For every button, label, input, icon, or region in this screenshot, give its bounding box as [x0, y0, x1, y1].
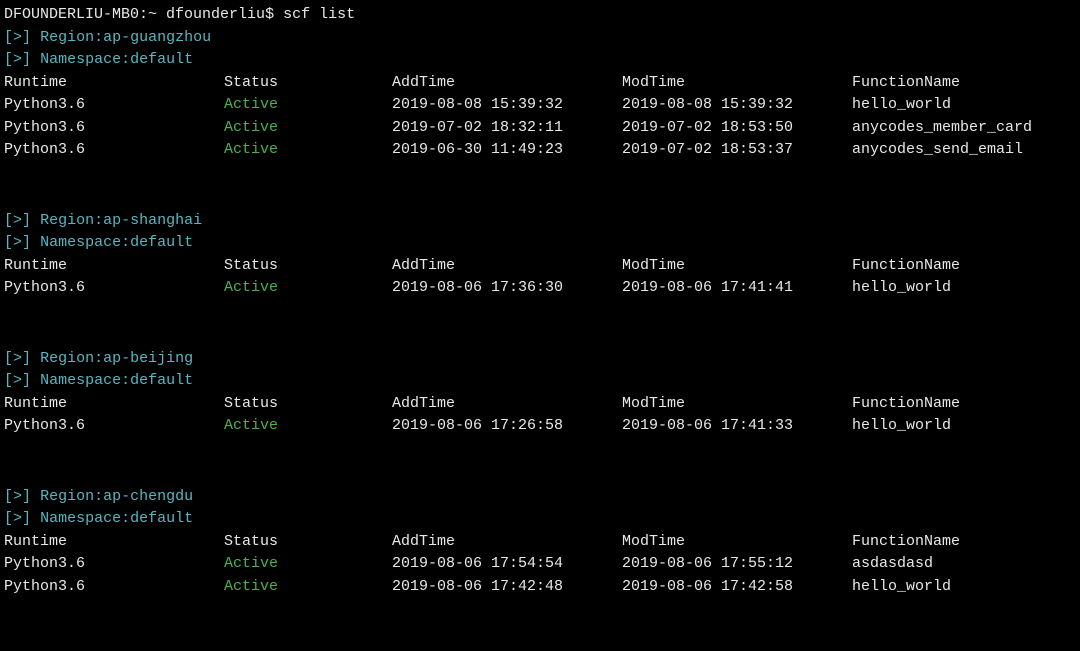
table-header: RuntimeStatusAddTimeModTimeFunctionName [4, 255, 1076, 278]
cell-status: Active [224, 415, 392, 438]
header-addtime: AddTime [392, 393, 622, 416]
cell-status: Active [224, 576, 392, 599]
header-functionname: FunctionName [852, 393, 1076, 416]
cell-status: Active [224, 277, 392, 300]
cell-addtime: 2019-08-08 15:39:32 [392, 94, 622, 117]
marker-icon: [>] [4, 210, 31, 233]
cell-functionname: hello_world [852, 576, 1076, 599]
marker-icon: [>] [4, 232, 31, 255]
cell-modtime: 2019-08-08 15:39:32 [622, 94, 852, 117]
marker-icon: [>] [4, 27, 31, 50]
header-modtime: ModTime [622, 72, 852, 95]
marker-icon: [>] [4, 49, 31, 72]
cell-modtime: 2019-07-02 18:53:50 [622, 117, 852, 140]
header-addtime: AddTime [392, 531, 622, 554]
cell-runtime: Python3.6 [4, 576, 224, 599]
header-status: Status [224, 72, 392, 95]
region-line: [>] Region:ap-guangzhou [4, 27, 1076, 50]
header-functionname: FunctionName [852, 531, 1076, 554]
cell-addtime: 2019-08-06 17:54:54 [392, 553, 622, 576]
region-line: [>] Region:ap-beijing [4, 348, 1076, 371]
header-functionname: FunctionName [852, 255, 1076, 278]
cell-functionname: anycodes_send_email [852, 139, 1076, 162]
region-label: Region:ap-beijing [40, 350, 193, 367]
region-label: Region:ap-shanghai [40, 212, 202, 229]
prompt-host: DFOUNDERLIU-MB0:~ [4, 6, 157, 23]
cell-addtime: 2019-08-06 17:26:58 [392, 415, 622, 438]
header-modtime: ModTime [622, 531, 852, 554]
cell-modtime: 2019-08-06 17:41:41 [622, 277, 852, 300]
header-runtime: Runtime [4, 531, 224, 554]
table-row: Python3.6Active2019-08-06 17:54:542019-0… [4, 553, 1076, 576]
cell-modtime: 2019-08-06 17:41:33 [622, 415, 852, 438]
region-label: Region:ap-guangzhou [40, 29, 211, 46]
marker-icon: [>] [4, 508, 31, 531]
cell-runtime: Python3.6 [4, 139, 224, 162]
table-row: Python3.6Active2019-06-30 11:49:232019-0… [4, 139, 1076, 162]
cell-functionname: anycodes_member_card [852, 117, 1076, 140]
header-runtime: Runtime [4, 255, 224, 278]
cell-runtime: Python3.6 [4, 94, 224, 117]
header-functionname: FunctionName [852, 72, 1076, 95]
cell-runtime: Python3.6 [4, 553, 224, 576]
header-status: Status [224, 393, 392, 416]
cell-functionname: hello_world [852, 415, 1076, 438]
cell-addtime: 2019-08-06 17:42:48 [392, 576, 622, 599]
region-label: Region:ap-chengdu [40, 488, 193, 505]
table-row: Python3.6Active2019-08-06 17:36:302019-0… [4, 277, 1076, 300]
cell-runtime: Python3.6 [4, 415, 224, 438]
namespace-line: [>] Namespace:default [4, 508, 1076, 531]
header-runtime: Runtime [4, 72, 224, 95]
cell-modtime: 2019-08-06 17:42:58 [622, 576, 852, 599]
marker-icon: [>] [4, 486, 31, 509]
prompt-user: dfounderliu$ [166, 6, 274, 23]
header-modtime: ModTime [622, 393, 852, 416]
prompt-line[interactable]: DFOUNDERLIU-MB0:~ dfounderliu$ scf list [4, 4, 1076, 27]
table-row: Python3.6Active2019-07-02 18:32:112019-0… [4, 117, 1076, 140]
cell-functionname: hello_world [852, 94, 1076, 117]
cell-modtime: 2019-08-06 17:55:12 [622, 553, 852, 576]
table-header: RuntimeStatusAddTimeModTimeFunctionName [4, 531, 1076, 554]
cell-modtime: 2019-07-02 18:53:37 [622, 139, 852, 162]
header-status: Status [224, 255, 392, 278]
table-header: RuntimeStatusAddTimeModTimeFunctionName [4, 393, 1076, 416]
cell-functionname: hello_world [852, 277, 1076, 300]
table-row: Python3.6Active2019-08-06 17:42:482019-0… [4, 576, 1076, 599]
prompt-command: scf list [283, 6, 355, 23]
cell-status: Active [224, 117, 392, 140]
namespace-label: Namespace:default [40, 372, 193, 389]
cell-runtime: Python3.6 [4, 117, 224, 140]
header-runtime: Runtime [4, 393, 224, 416]
namespace-label: Namespace:default [40, 234, 193, 251]
table-row: Python3.6Active2019-08-08 15:39:322019-0… [4, 94, 1076, 117]
namespace-line: [>] Namespace:default [4, 232, 1076, 255]
cell-functionname: asdasdasd [852, 553, 1076, 576]
cell-runtime: Python3.6 [4, 277, 224, 300]
marker-icon: [>] [4, 370, 31, 393]
region-line: [>] Region:ap-shanghai [4, 210, 1076, 233]
header-addtime: AddTime [392, 255, 622, 278]
table-row: Python3.6Active2019-08-06 17:26:582019-0… [4, 415, 1076, 438]
header-modtime: ModTime [622, 255, 852, 278]
table-header: RuntimeStatusAddTimeModTimeFunctionName [4, 72, 1076, 95]
cell-addtime: 2019-08-06 17:36:30 [392, 277, 622, 300]
marker-icon: [>] [4, 348, 31, 371]
header-addtime: AddTime [392, 72, 622, 95]
cell-status: Active [224, 139, 392, 162]
cell-addtime: 2019-06-30 11:49:23 [392, 139, 622, 162]
terminal-output: DFOUNDERLIU-MB0:~ dfounderliu$ scf list … [4, 4, 1076, 598]
namespace-label: Namespace:default [40, 51, 193, 68]
namespace-label: Namespace:default [40, 510, 193, 527]
cell-status: Active [224, 94, 392, 117]
header-status: Status [224, 531, 392, 554]
cell-addtime: 2019-07-02 18:32:11 [392, 117, 622, 140]
cell-status: Active [224, 553, 392, 576]
namespace-line: [>] Namespace:default [4, 49, 1076, 72]
region-line: [>] Region:ap-chengdu [4, 486, 1076, 509]
namespace-line: [>] Namespace:default [4, 370, 1076, 393]
